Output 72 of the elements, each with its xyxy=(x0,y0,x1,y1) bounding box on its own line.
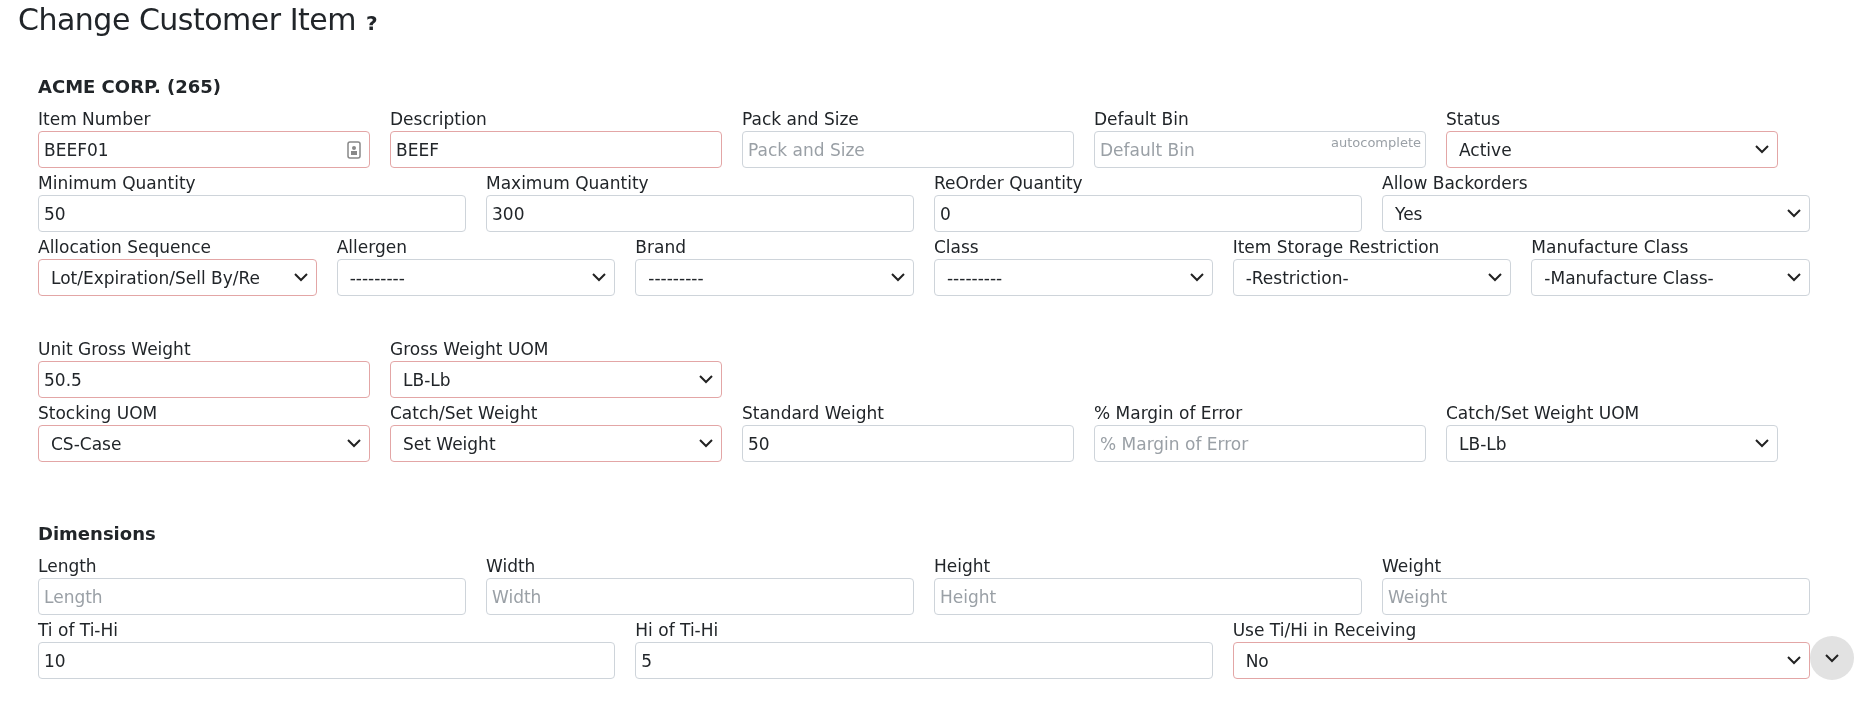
field-label: % Margin of Error xyxy=(1094,402,1244,425)
select-field[interactable]: --------- xyxy=(336,259,616,296)
section-heading: Dimensions xyxy=(38,523,157,544)
field-label: Gross Weight UOM xyxy=(390,338,550,361)
input-field[interactable]: 5 xyxy=(635,642,1213,679)
input-field[interactable]: 50 xyxy=(742,425,1074,462)
chevron-down-icon xyxy=(1189,273,1204,282)
input-field[interactable]: 50 xyxy=(38,195,466,232)
field-label: Unit Gross Weight xyxy=(38,338,192,361)
scroll-down-button[interactable] xyxy=(1810,636,1854,680)
select-field[interactable]: CS-Case xyxy=(38,425,370,462)
select-field[interactable]: Lot/Expiration/Sell By/Re xyxy=(38,259,317,296)
chevron-down-icon xyxy=(1787,209,1801,218)
chevron-down-icon xyxy=(592,273,607,282)
field-label: Use Ti/Hi in Receiving xyxy=(1232,619,1418,642)
input-field[interactable]: 0 xyxy=(934,195,1362,232)
input-field[interactable]: 10 xyxy=(38,642,616,679)
field-label: Ti of Ti-Hi xyxy=(38,619,119,642)
field-label: Weight xyxy=(1382,555,1443,578)
select-field[interactable]: --------- xyxy=(635,259,914,296)
field-label: ReOrder Quantity xyxy=(934,172,1084,195)
field-label: Maximum Quantity xyxy=(486,172,650,195)
input-field[interactable]: BEEF xyxy=(390,131,722,168)
chevron-down-icon xyxy=(1787,273,1801,282)
chevron-down-icon xyxy=(891,273,905,282)
select-field[interactable]: LB-Lb xyxy=(1446,425,1778,462)
field-label: Manufacture Class xyxy=(1531,236,1690,259)
field-label: Height xyxy=(934,555,992,578)
field-label: Status xyxy=(1446,108,1502,131)
chevron-down-icon xyxy=(1755,439,1769,448)
select-field[interactable]: LB-Lb xyxy=(390,361,722,398)
chevron-down-icon xyxy=(347,439,361,448)
chevron-down-icon xyxy=(1755,145,1769,154)
contact-card-icon xyxy=(347,140,361,159)
field-label: Stocking UOM xyxy=(38,402,159,425)
field-label: Pack and Size xyxy=(742,108,860,131)
field-label: Hi of Ti-Hi xyxy=(635,619,720,642)
select-field[interactable]: Active xyxy=(1446,131,1778,168)
select-field[interactable]: Yes xyxy=(1382,195,1810,232)
customer-name: ACME CORP. (265) xyxy=(38,76,222,97)
field-label: Catch/Set Weight xyxy=(390,402,539,425)
select-field[interactable]: -Restriction- xyxy=(1232,259,1512,296)
chevron-down-icon xyxy=(699,439,713,448)
field-label: Item Storage Restriction xyxy=(1232,236,1441,259)
page-title: Change Customer Item xyxy=(18,2,356,37)
field-label: Width xyxy=(486,555,537,578)
field-label: Minimum Quantity xyxy=(38,172,197,195)
field-label: Item Number xyxy=(38,108,152,131)
field-label: Description xyxy=(390,108,488,131)
input-field[interactable]: 300 xyxy=(486,195,914,232)
chevron-down-icon xyxy=(1787,656,1801,665)
help-link[interactable]: ? xyxy=(365,11,378,35)
chevron-down-icon xyxy=(699,375,713,384)
field-label: Brand xyxy=(635,236,687,259)
chevron-down-icon xyxy=(293,273,308,282)
input-field[interactable]: BEEF01 xyxy=(38,131,370,168)
input-field[interactable]: 50.5 xyxy=(38,361,370,398)
field-label: Class xyxy=(934,236,980,259)
field-label: Allergen xyxy=(336,236,408,259)
field-label: Allow Backorders xyxy=(1382,172,1529,195)
select-field[interactable]: Set Weight xyxy=(390,425,722,462)
field-label: Length xyxy=(38,555,98,578)
select-field[interactable]: --------- xyxy=(934,259,1213,296)
field-label: Default Bin xyxy=(1094,108,1190,131)
field-label: Standard Weight xyxy=(742,402,885,425)
chevron-down-icon xyxy=(1488,273,1503,282)
select-field[interactable]: No xyxy=(1232,642,1810,679)
chevron-down-icon xyxy=(1825,653,1839,663)
field-label: Allocation Sequence xyxy=(38,236,213,259)
select-field[interactable]: -Manufacture Class- xyxy=(1531,259,1810,296)
autocomplete-hint: autocomplete xyxy=(1331,135,1421,150)
field-label: Catch/Set Weight UOM xyxy=(1446,402,1641,425)
